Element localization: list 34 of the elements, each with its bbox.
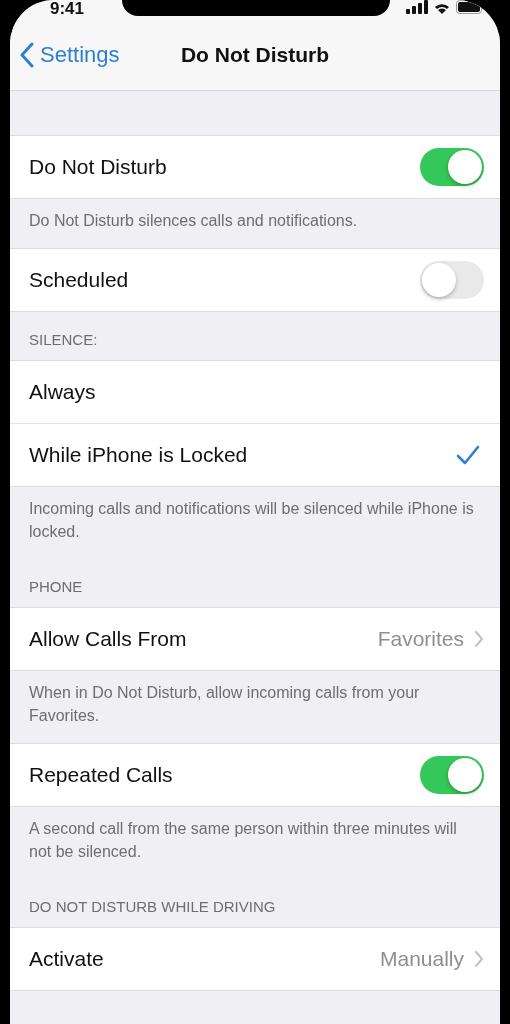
chevron-icon xyxy=(474,950,484,968)
section-footer: Incoming calls and notifications will be silenced while iPhone is locked. xyxy=(10,487,500,559)
chevron-icon xyxy=(474,630,484,648)
settings-row[interactable]: Activate Manually xyxy=(10,928,500,990)
row-label: Scheduled xyxy=(29,268,129,292)
settings-row[interactable]: Do Not Disturb xyxy=(10,136,500,198)
section-header: SILENCE: xyxy=(28,330,99,350)
section-header: DO NOT DISTURB WHILE DRIVING xyxy=(28,897,277,917)
row-label: Allow Calls From xyxy=(29,627,187,651)
settings-row[interactable]: Scheduled xyxy=(10,249,500,311)
toggle-switch[interactable] xyxy=(420,756,484,794)
toggle-switch[interactable] xyxy=(420,261,484,299)
section-header: PHONE xyxy=(28,577,84,597)
row-value: Favorites xyxy=(377,627,464,651)
row-label: While iPhone is Locked xyxy=(29,443,248,467)
settings-row[interactable]: Always xyxy=(10,361,500,423)
settings-row[interactable]: Allow Calls From Favorites xyxy=(10,608,500,670)
toggle-switch[interactable] xyxy=(420,148,484,186)
checkmark-icon xyxy=(456,445,480,465)
section-footer: When in Do Not Disturb, allow incoming calls from your Favorites. xyxy=(10,671,500,743)
signal-icon xyxy=(406,0,428,14)
back-chevron-icon xyxy=(20,42,34,68)
back-button[interactable]: Settings xyxy=(20,42,120,68)
row-label: Repeated Calls xyxy=(29,763,173,787)
section-footer: Do Not Disturb silences calls and notifications. xyxy=(10,199,500,248)
nav-title: Do Not Disturb xyxy=(180,43,330,67)
row-label: Activate xyxy=(29,947,104,971)
settings-row[interactable]: Repeated Calls xyxy=(10,744,500,806)
settings-row[interactable]: While iPhone is Locked xyxy=(10,423,500,486)
section-footer: A second call from the same person within three minutes will not be silenced. xyxy=(10,807,500,879)
row-value: Manually xyxy=(379,947,464,971)
row-label: Always xyxy=(29,380,96,404)
status-time: 9:41 xyxy=(50,0,85,17)
row-label: Do Not Disturb xyxy=(29,155,167,179)
